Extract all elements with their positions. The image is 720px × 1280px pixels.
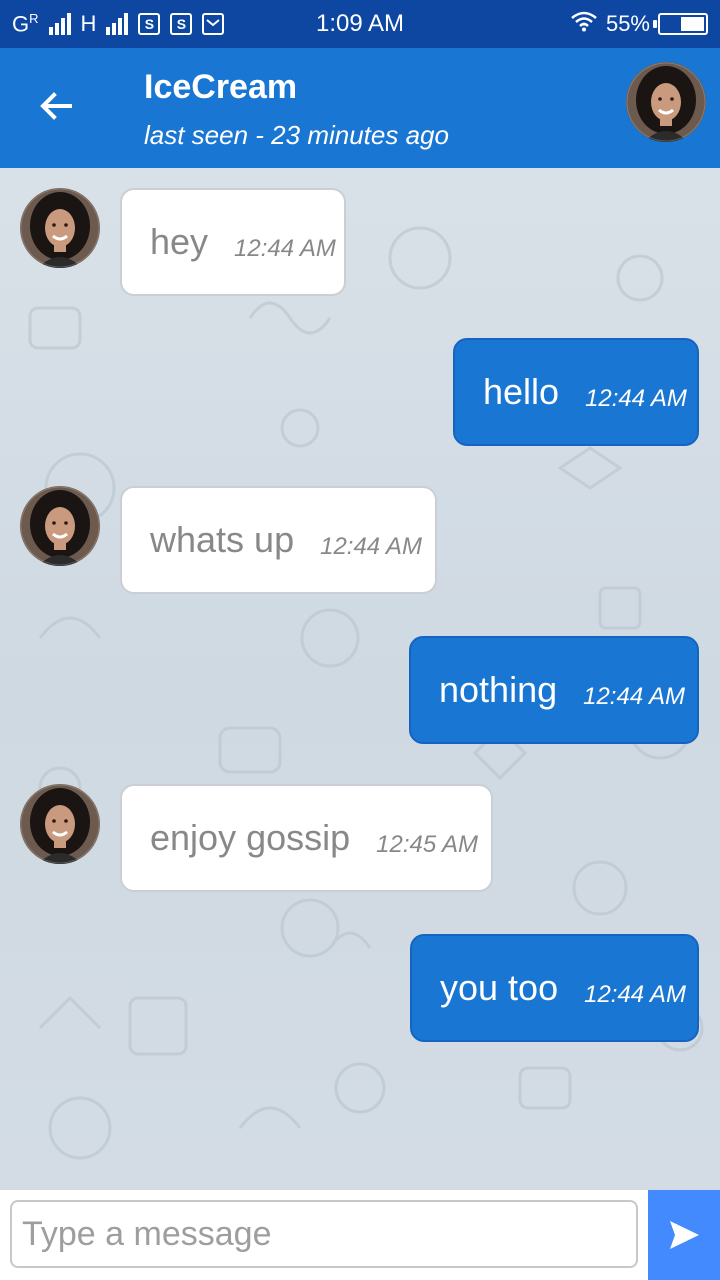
battery-icon xyxy=(653,13,708,35)
signal-strength-icon-2 xyxy=(106,12,129,35)
contact-avatar[interactable] xyxy=(626,62,706,142)
wifi-icon xyxy=(570,10,598,38)
message-text: you too xyxy=(440,967,559,1008)
sender-avatar[interactable] xyxy=(20,784,100,864)
message-time: 12:44 AM xyxy=(234,235,336,262)
message-composer xyxy=(0,1190,720,1280)
battery-percent: 55% xyxy=(605,11,650,36)
sender-avatar[interactable] xyxy=(20,486,100,566)
message-text: hello xyxy=(483,371,560,412)
status-bar: GR H S S 1:09 AM 55% xyxy=(0,0,720,48)
battery-level-fill xyxy=(680,17,704,31)
message-bubble-outgoing[interactable]: you too 12:44 AM xyxy=(410,934,699,1042)
send-icon xyxy=(670,1221,699,1249)
message-bubble-outgoing[interactable]: nothing 12:44 AM xyxy=(409,636,699,744)
message-time: 12:45 AM xyxy=(376,831,478,858)
status-icons-left: GR H S S xyxy=(12,10,225,37)
send-button[interactable] xyxy=(648,1190,720,1280)
message-text: nothing xyxy=(439,669,558,710)
message-time: 12:44 AM xyxy=(584,981,686,1008)
back-button[interactable] xyxy=(26,76,86,136)
network-g-label: GR xyxy=(12,10,39,37)
message-text: hey xyxy=(150,221,209,262)
message-input[interactable] xyxy=(10,1200,638,1268)
message-bubble-incoming[interactable]: enjoy gossip 12:45 AM xyxy=(120,784,493,892)
message-time: 12:44 AM xyxy=(583,683,685,710)
sim-notification-icon-2: S xyxy=(170,12,193,35)
signal-strength-icon xyxy=(48,12,71,35)
mail-icon xyxy=(202,12,225,35)
last-seen-status: last seen - 23 minutes ago xyxy=(144,120,449,150)
message-list[interactable]: hey 12:44 AM hello 12:44 AM whats up 12:… xyxy=(0,168,720,1190)
network-h-label: H xyxy=(80,10,97,36)
chat-header: IceCream last seen - 23 minutes ago xyxy=(0,48,720,168)
message-time: 12:44 AM xyxy=(320,533,422,560)
arrow-left-icon xyxy=(40,92,72,120)
contact-name[interactable]: IceCream xyxy=(144,68,297,107)
sim-notification-icon: S xyxy=(138,12,161,35)
message-bubble-incoming[interactable]: hey 12:44 AM xyxy=(120,188,346,296)
message-text: whats up xyxy=(150,519,295,560)
message-time: 12:44 AM xyxy=(585,385,687,412)
sender-avatar[interactable] xyxy=(20,188,100,268)
message-bubble-outgoing[interactable]: hello 12:44 AM xyxy=(453,338,699,446)
status-icons-right: 55% xyxy=(570,10,708,38)
message-bubble-incoming[interactable]: whats up 12:44 AM xyxy=(120,486,437,594)
message-text: enjoy gossip xyxy=(150,817,351,858)
